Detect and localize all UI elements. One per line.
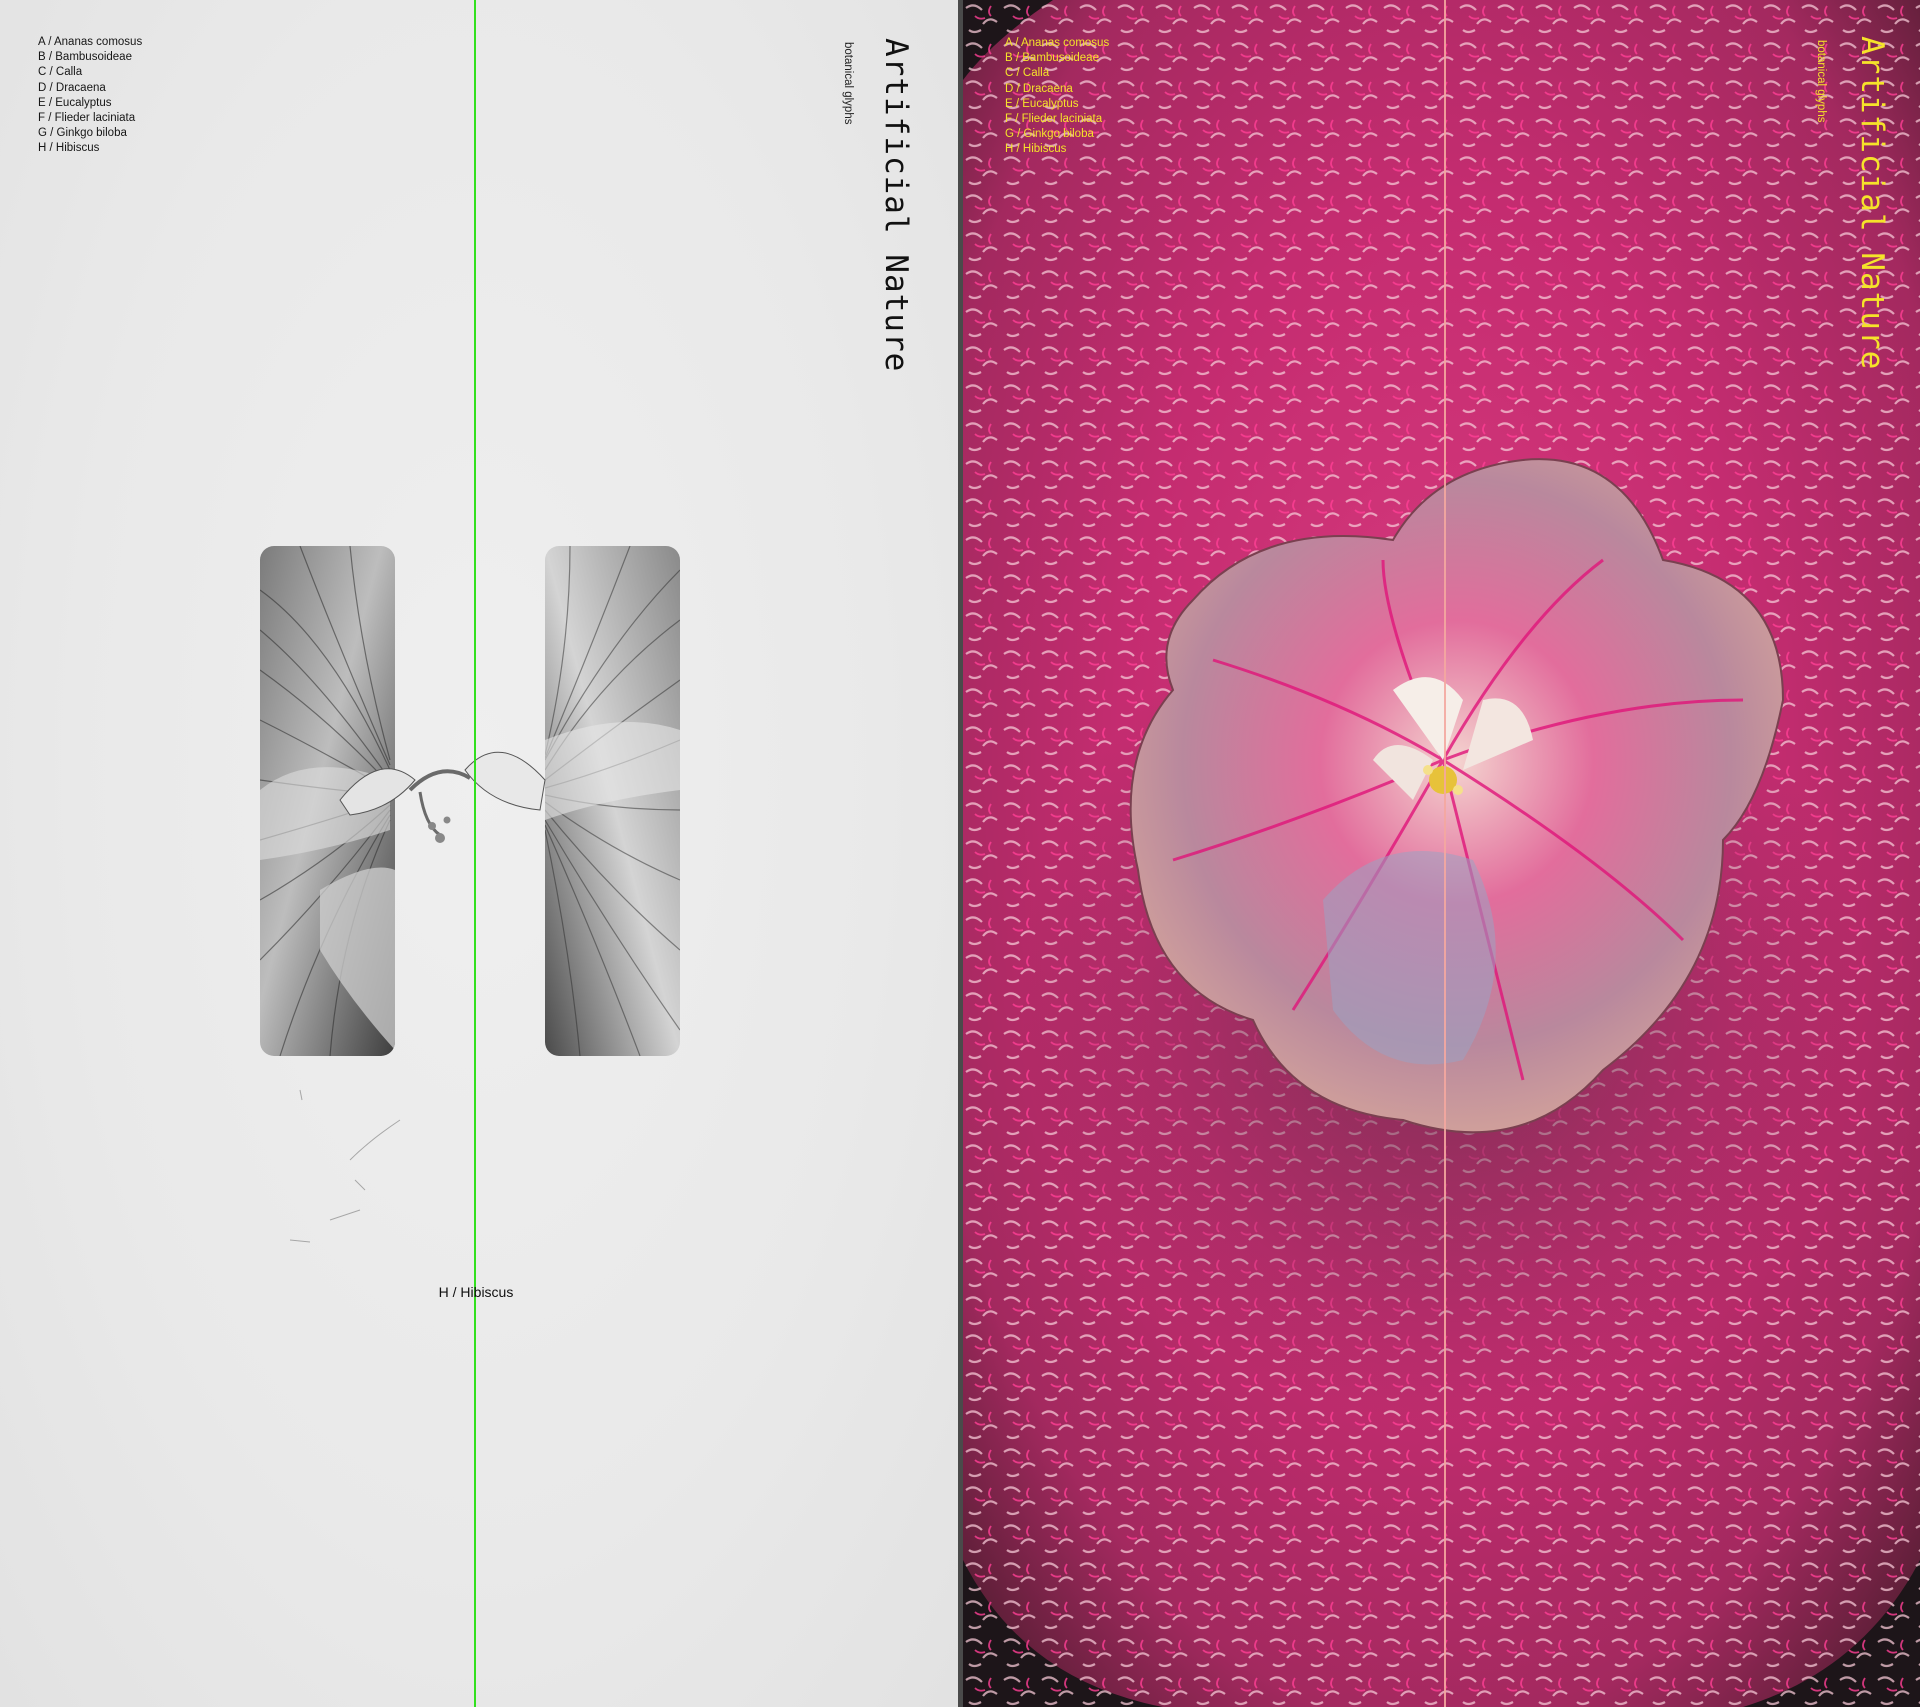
list-item[interactable]: B / Bambusoideae: [38, 50, 142, 65]
list-item[interactable]: B / Bambusoideae: [1005, 51, 1109, 66]
list-item[interactable]: F / Flieder laciniata: [38, 111, 142, 126]
list-item[interactable]: G / Ginkgo biloba: [1005, 127, 1109, 142]
vertical-guide-line: [474, 0, 476, 1707]
page-title: Artificial Nature: [878, 38, 914, 373]
list-item[interactable]: H / Hibiscus: [1005, 142, 1109, 157]
spread: A / Ananas comosus B / Bambusoideae C / …: [0, 0, 1920, 1707]
pencil-specks: [289, 1089, 401, 1243]
glyph-index-list-overlay: A / Ananas comosus B / Bambusoideae C / …: [1005, 36, 1109, 158]
list-item[interactable]: E / Eucalyptus: [38, 96, 142, 111]
right-page: A / Ananas comosus B / Bambusoideae C / …: [963, 0, 1920, 1707]
list-item[interactable]: C / Calla: [1005, 66, 1109, 81]
list-item[interactable]: A / Ananas comosus: [1005, 36, 1109, 51]
vertical-guide-line-right: [1444, 0, 1446, 1707]
page-title-overlay: Artificial Nature: [1854, 36, 1890, 371]
page-subtitle-overlay: botanical glyphs: [1815, 40, 1827, 123]
list-item[interactable]: A / Ananas comosus: [38, 35, 142, 50]
page-subtitle: botanical glyphs: [842, 42, 854, 125]
glyph-index-list: A / Ananas comosus B / Bambusoideae C / …: [38, 35, 142, 157]
glyph-caption: H / Hibiscus: [438, 1284, 514, 1300]
list-item[interactable]: D / Dracaena: [38, 81, 142, 96]
hibiscus-flower-photo: [963, 0, 1920, 1707]
list-item[interactable]: F / Flieder laciniata: [1005, 112, 1109, 127]
list-item[interactable]: E / Eucalyptus: [1005, 97, 1109, 112]
list-item[interactable]: H / Hibiscus: [38, 141, 142, 156]
list-item[interactable]: D / Dracaena: [1005, 82, 1109, 97]
left-page: A / Ananas comosus B / Bambusoideae C / …: [0, 0, 958, 1707]
list-item[interactable]: C / Calla: [38, 65, 142, 80]
list-item[interactable]: G / Ginkgo biloba: [38, 126, 142, 141]
hibiscus-letter-h-illustration: [260, 546, 680, 1056]
